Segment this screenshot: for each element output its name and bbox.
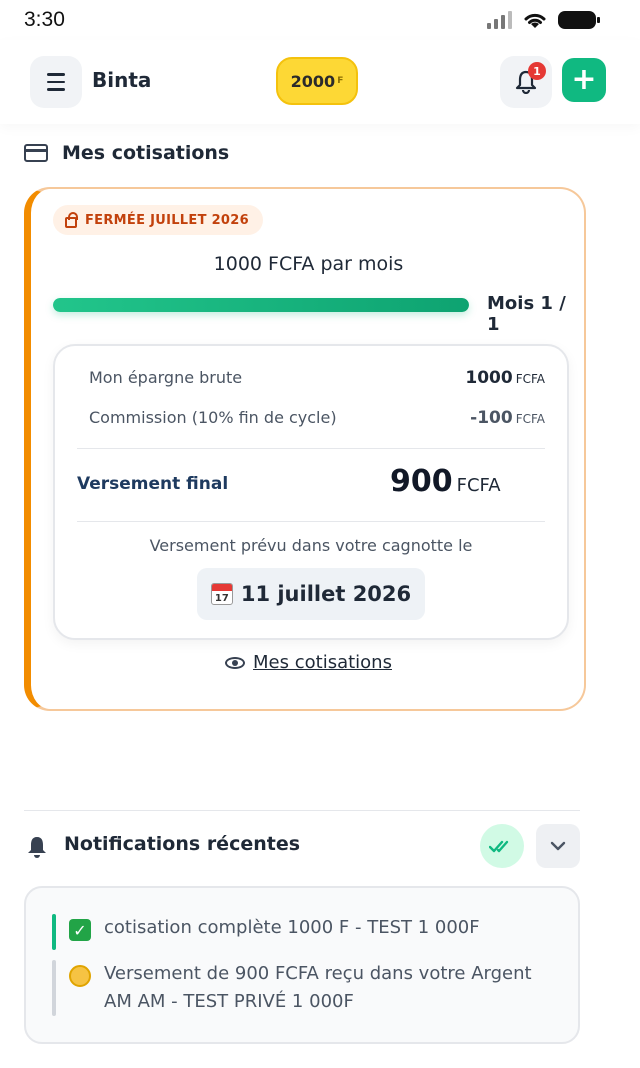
month-label: Mois 1 / 1 [487, 293, 566, 335]
view-cotisations-link[interactable]: Mes cotisations [31, 652, 586, 673]
plus-icon: + [571, 62, 597, 97]
progress-bar-fill [53, 298, 469, 312]
notification-text: cotisation complète 1000 F - TEST 1 000F [104, 917, 480, 938]
add-button[interactable]: + [562, 58, 606, 102]
divider [77, 521, 545, 522]
hamburger-icon [47, 73, 65, 76]
double-check-icon [489, 840, 509, 853]
status-bar: 3:30 [0, 0, 640, 40]
coin-icon [69, 965, 91, 987]
notification-item[interactable]: ✓ cotisation complète 1000 F - TEST 1 00… [52, 914, 558, 950]
notifications-title: Notifications récentes [64, 833, 301, 855]
final-payout-value: 900 FCFA [390, 464, 501, 499]
commission-label: Commission (10% fin de cycle) [89, 408, 337, 427]
balance-unit: F [337, 76, 344, 86]
payout-summary: Mon épargne brute 1000 FCFA Commission (1… [53, 344, 569, 640]
notification-item[interactable]: Versement de 900 FCFA reçu dans votre Ar… [52, 960, 558, 1016]
status-time: 3:30 [24, 8, 65, 31]
notifications-header: Notifications récentes [24, 824, 580, 872]
section-title-text: Mes cotisations [62, 142, 230, 164]
notification-accent [52, 914, 56, 950]
status-icons [487, 10, 600, 30]
notification-text: Versement de 900 FCFA reçu dans votre Ar… [104, 963, 532, 1012]
notification-accent [52, 960, 56, 1016]
payout-date: 11 juillet 2026 [240, 582, 412, 606]
section-title: Mes cotisations [24, 142, 229, 164]
eye-icon [225, 656, 246, 669]
payout-date-chip: 17 11 juillet 2026 [197, 568, 425, 620]
amount-per-month: 1000 FCFA par mois [213, 253, 404, 275]
balance-button[interactable]: 2000 F [276, 57, 358, 105]
progress-bar [53, 298, 469, 312]
user-name: Binta [92, 68, 152, 92]
menu-button[interactable] [30, 56, 82, 108]
calendar-icon: 17 [210, 583, 233, 605]
wifi-icon [524, 13, 546, 28]
check-mark-icon: ✓ [69, 919, 91, 941]
notifications-list: ✓ cotisation complète 1000 F - TEST 1 00… [24, 886, 580, 1044]
mark-all-read-button[interactable] [480, 824, 524, 868]
app-header: Binta 2000 F 1 + [0, 40, 640, 124]
battery-icon [558, 11, 600, 29]
view-cotisations-label: Mes cotisations [253, 652, 392, 673]
status-badge: FERMÉE JUILLET 2026 [53, 205, 263, 235]
divider [24, 810, 580, 811]
notifications-button[interactable]: 1 [500, 56, 552, 108]
lock-icon [65, 211, 78, 228]
gross-savings-row: Mon épargne brute 1000 FCFA [89, 368, 545, 388]
credit-card-icon [24, 144, 48, 162]
commission-value: -100 FCFA [470, 408, 545, 428]
signal-icon [487, 11, 512, 29]
divider [77, 448, 545, 449]
cotisation-card: FERMÉE JUILLET 2026 1000 FCFA par mois M… [24, 187, 586, 711]
status-badge-text: FERMÉE JUILLET 2026 [85, 212, 249, 228]
notification-count-badge: 1 [528, 62, 546, 80]
commission-row: Commission (10% fin de cycle) -100 FCFA [89, 408, 545, 428]
chevron-down-icon [550, 841, 566, 851]
bell-icon [28, 837, 46, 858]
gross-savings-label: Mon épargne brute [89, 368, 243, 387]
final-payout-label: Versement final [77, 474, 229, 494]
planned-payout-text: Versement prévu dans votre cagnotte le [149, 536, 473, 555]
balance-value: 2000 [290, 71, 336, 91]
gross-savings-value: 1000 FCFA [465, 368, 545, 388]
expand-notifications-button[interactable] [536, 824, 580, 868]
